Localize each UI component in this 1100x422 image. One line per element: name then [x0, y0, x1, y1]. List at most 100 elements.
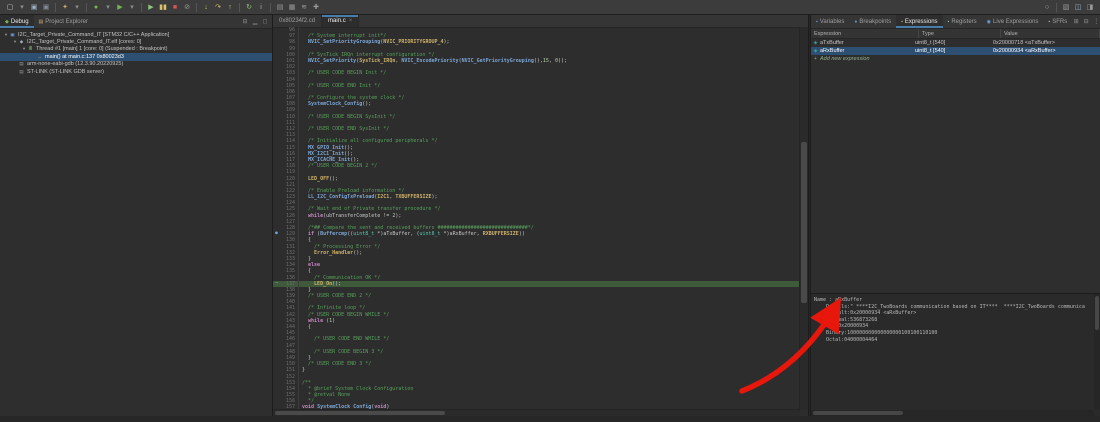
- minimize-icon[interactable]: ▁: [251, 18, 259, 25]
- toolbar-right-icons: ○ ▧ ◫ ◨: [1041, 0, 1096, 14]
- tab-live-expressions[interactable]: ◉ Live Expressions: [982, 15, 1044, 28]
- variable-icon: ◈: [813, 40, 818, 46]
- suspend-icon[interactable]: ▮▮: [157, 1, 169, 14]
- editor-vertical-scrollbar[interactable]: [799, 27, 808, 410]
- toolbar-separator: [239, 2, 240, 12]
- detail-line: Binary:100000000000000000100100110100: [814, 329, 938, 336]
- collapse-all-icon[interactable]: ⊟: [241, 18, 249, 25]
- detail-vertical-scrollbar[interactable]: [1094, 294, 1100, 410]
- run-dropdown-icon[interactable]: ▾: [126, 1, 138, 14]
- tab-label: 0x80234f2.cd: [279, 18, 316, 24]
- tab-variables[interactable]: ▪ Variables: [811, 15, 849, 28]
- debug-tree: ▾ ▣ I2C_Target_Private_Command_IT [STM32 C…: [0, 29, 272, 75]
- step-over-icon[interactable]: ↷: [212, 1, 224, 14]
- save-all-icon[interactable]: ▣: [40, 1, 52, 14]
- tab-label: Variables: [819, 18, 845, 25]
- run-icon[interactable]: ▶: [114, 1, 126, 14]
- disconnect-icon[interactable]: ⊘: [181, 1, 193, 14]
- column-header-value[interactable]: Value: [1001, 29, 1100, 38]
- detail-line: Hex:0x20000934: [814, 323, 869, 330]
- debug-tree-item[interactable]: ▤ ST-LINK (ST-LINK GDB server): [0, 68, 272, 75]
- main-toolbar: ▢ ▾ ▣ ▣ ✦ ▾ ● ▾ ▶ ▾ ▶ ▮▮ ■ ⊘ ↓ ↷ ↑ ↻ i ▤ ▦ ≋ ✚ ○ ▧ ◫ ◨: [0, 0, 1100, 15]
- add-expression-toolbar-icon[interactable]: ⊞: [1072, 18, 1080, 25]
- step-return-icon[interactable]: ↑: [224, 1, 236, 14]
- expression-row[interactable]: ◈ aRxBuffer uint8_t [540] 0x20000934 <aRxBu…: [811, 47, 1100, 55]
- toolbar-separator: [141, 2, 142, 12]
- scrollbar-thumb[interactable]: [1095, 296, 1099, 330]
- instruction-pointer-icon[interactable]: →: [273, 281, 280, 287]
- maximize-icon[interactable]: ◻: [261, 18, 269, 25]
- open-perspective-icon[interactable]: ▧: [1060, 1, 1072, 14]
- debug-icon[interactable]: ●: [90, 1, 102, 14]
- tab-label: Registers: [951, 18, 977, 25]
- expression-row[interactable]: + Add new expression: [811, 55, 1100, 63]
- tree-item-label: main() at main.c:137 0x80023d3: [45, 53, 124, 60]
- instruction-stepping-icon[interactable]: i: [255, 1, 267, 14]
- code-line-text: LED_OFF();: [308, 175, 339, 182]
- toolbar-separator: [270, 2, 271, 12]
- debug-tree-item[interactable]: ▤ arm-none-eabi-gdb (12.3.90.20220925): [0, 61, 272, 68]
- tab-label: Breakpoints: [859, 18, 892, 25]
- step-into-icon[interactable]: ↓: [200, 1, 212, 14]
- tab-expressions[interactable]: ▪ Expressions: [896, 15, 943, 28]
- save-icon[interactable]: ▣: [28, 1, 40, 14]
- debugger-process-icon: ▤: [19, 61, 24, 67]
- code-line-text: Error_Handler();: [314, 249, 363, 256]
- tab-debug[interactable]: ◆ Debug: [0, 15, 34, 28]
- detail-line: Name : aRxBuffer: [814, 297, 863, 303]
- breakpoint-icon[interactable]: ●: [273, 231, 280, 237]
- debug-perspective-icon[interactable]: ◫: [1072, 1, 1084, 14]
- code-line-text: /* USER CODE BEGIN Init */: [302, 70, 387, 77]
- debug-dropdown-icon[interactable]: ▾: [102, 1, 114, 14]
- scrollbar-thumb[interactable]: [801, 141, 807, 303]
- debug-tree-item[interactable]: → main() at main.c:137 0x80023d3: [0, 53, 272, 61]
- restart-icon[interactable]: ↻: [243, 1, 255, 14]
- column-header-expression[interactable]: Expression: [811, 29, 919, 38]
- memory-view-icon[interactable]: ▦: [286, 1, 298, 14]
- elf-binary-icon: ◆: [19, 39, 24, 45]
- search-icon[interactable]: ○: [1041, 1, 1053, 14]
- new-console-icon[interactable]: ▤: [274, 1, 286, 14]
- tab-main-c[interactable]: main.c ×: [322, 15, 360, 27]
- trace-icon[interactable]: ≋: [298, 1, 310, 14]
- detail-horizontal-scrollbar[interactable]: [811, 410, 1094, 416]
- tab-label: Project Explorer: [45, 18, 88, 25]
- tab-breakpoints[interactable]: ● Breakpoints: [849, 15, 896, 28]
- tab-sfrs[interactable]: ▪ SFRs: [1043, 15, 1072, 28]
- build-icon[interactable]: ✦: [59, 1, 71, 14]
- debug-tree-item[interactable]: ▾ ◆ I2C_Target_Private_Command_IT.elf [cor…: [0, 38, 272, 45]
- code-line-text: LL_I2C_ConfigTxPreload(I2C1, TXBUFFERSIZ…: [308, 194, 438, 201]
- tree-item-label: I2C_Target_Private_Command_IT.elf [cores…: [27, 39, 142, 46]
- tab-project-explorer[interactable]: ▤ Project Explorer: [34, 15, 93, 28]
- cpp-perspective-icon[interactable]: ◨: [1084, 1, 1096, 14]
- code-line-text: }: [302, 367, 306, 374]
- close-icon[interactable]: ×: [349, 18, 353, 24]
- new-dropdown-icon[interactable]: ▾: [16, 1, 28, 14]
- tab-0x80234f2-cd[interactable]: 0x80234f2.cd: [273, 15, 323, 27]
- scrollbar-thumb[interactable]: [813, 411, 903, 415]
- build-dropdown-icon[interactable]: ▾: [71, 1, 83, 14]
- terminate-icon[interactable]: ■: [169, 1, 181, 14]
- editor-horizontal-scrollbar[interactable]: [273, 409, 800, 416]
- pin-icon[interactable]: ✚: [310, 1, 322, 14]
- expression-name: Add new expression: [820, 56, 870, 62]
- tab-registers[interactable]: ▪ Registers: [943, 15, 982, 28]
- view-menu-icon[interactable]: ⋮: [1092, 18, 1100, 25]
- toolbar-separator: [86, 2, 87, 12]
- collapse-all-icon[interactable]: ⊟: [1082, 18, 1090, 25]
- code-area[interactable]: 96 97 /* System interrupt init*/98 NVIC_S…: [273, 27, 800, 410]
- column-header-type[interactable]: Type: [919, 29, 1001, 38]
- debug-tree-item[interactable]: ▾ ▣ I2C_Target_Private_Command_IT [STM32 C…: [0, 31, 272, 38]
- debug-panel-header: ◆ Debug ▤ Project Explorer ⊟ ▁ ◻: [0, 15, 272, 29]
- expression-row[interactable]: ◈ aTxBuffer uint8_t [540] 0x20000718 <aTxBu…: [811, 39, 1100, 47]
- new-file-icon[interactable]: ▢: [4, 1, 16, 14]
- detail-lines: Name : aRxBuffer Details:" ****I2C_TwoBo…: [814, 297, 1093, 410]
- expression-detail-pane[interactable]: Name : aRxBuffer Details:" ****I2C_TwoBo…: [811, 293, 1100, 416]
- detail-line: Decimal:536873268: [814, 316, 878, 323]
- detail-line: Details:" ****I2C_TwoBoards communicatio…: [814, 303, 1085, 310]
- scrollbar-thumb[interactable]: [275, 411, 445, 415]
- resume-icon[interactable]: ▶: [145, 1, 157, 14]
- debug-tree-item[interactable]: ▾ ≣ Thread #1 [main] 1 [core: 0] (Suspende…: [0, 46, 272, 53]
- tab-label: Live Expressions: [993, 18, 1039, 25]
- debug-panel-header-icons: ⊟ ▁ ◻: [241, 18, 272, 25]
